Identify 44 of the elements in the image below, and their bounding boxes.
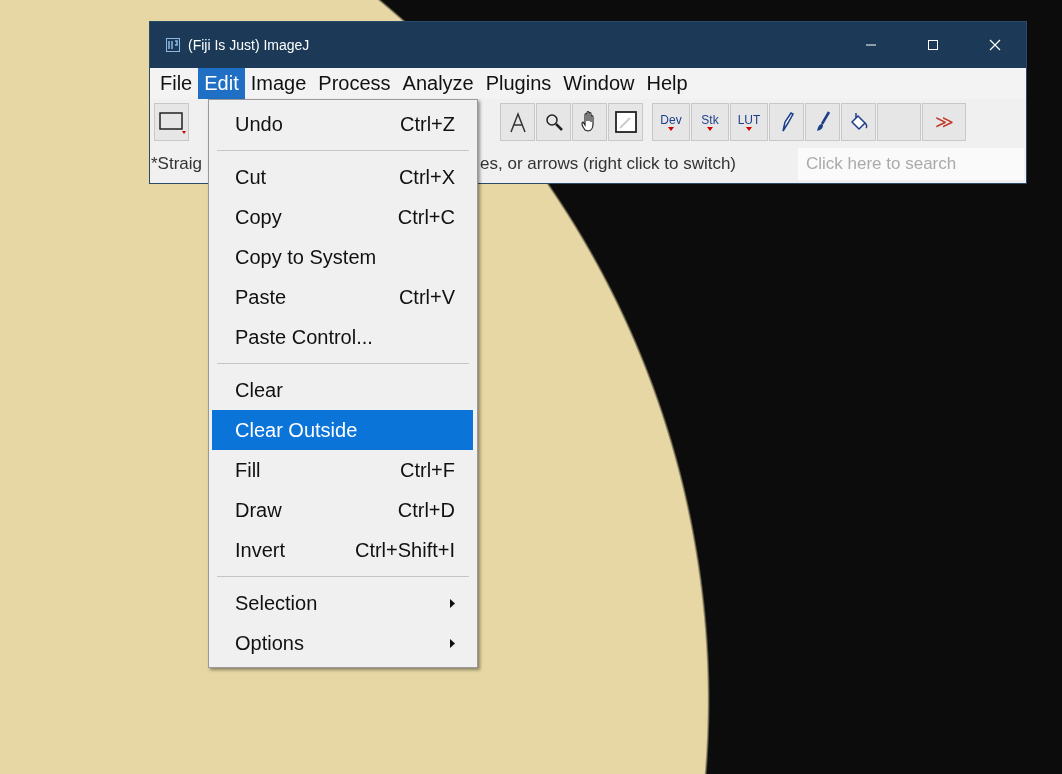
color-picker-button[interactable] — [608, 102, 643, 141]
status-text: es, or arrows (right click to switch) — [480, 153, 737, 174]
menu-item[interactable]: Fill Ctrl+F — [212, 450, 473, 490]
menu-bar-item[interactable]: Help — [640, 68, 694, 99]
pencil-tool-button[interactable] — [769, 102, 804, 141]
menu-item[interactable]: Clear — [212, 370, 473, 410]
menu-item[interactable]: Options — [212, 623, 473, 663]
menu-item[interactable]: Copy to System — [212, 237, 473, 277]
more-tools-button[interactable]: ≫ — [922, 102, 966, 141]
dropdown-triangle-icon — [746, 126, 752, 131]
status-text: *Straig — [151, 153, 203, 174]
menu-item[interactable]: Undo Ctrl+Z — [212, 104, 473, 144]
menu-bar-item[interactable]: Process — [312, 68, 397, 99]
menu-item[interactable]: Cut Ctrl+X — [212, 157, 473, 197]
menu-bar-item[interactable]: Image — [244, 68, 313, 99]
menu-item[interactable]: Selection — [212, 583, 473, 623]
search-field[interactable]: Click here to search — [798, 147, 1024, 180]
lut-menu-button[interactable]: LUT — [730, 102, 768, 141]
zoom-tool-button[interactable] — [536, 102, 571, 141]
menu-item[interactable]: Draw Ctrl+D — [212, 490, 473, 530]
menu-item[interactable]: Copy Ctrl+C — [212, 197, 473, 237]
window-title: (Fiji Is Just) ImageJ — [188, 37, 310, 53]
close-icon — [989, 39, 1001, 51]
menu-item[interactable]: Invert Ctrl+Shift+I — [212, 530, 473, 570]
menu-bar-item[interactable]: Plugins — [479, 68, 558, 99]
brush-tool-button[interactable] — [805, 102, 840, 141]
hand-tool-button[interactable] — [572, 102, 607, 141]
menu-item[interactable]: Clear Outside — [212, 410, 473, 450]
menu-item[interactable]: Paste Control... — [212, 317, 473, 357]
stk-menu-button[interactable]: Stk — [691, 102, 729, 141]
dev-menu-button[interactable]: Dev — [652, 102, 690, 141]
dropdown-triangle-icon — [707, 126, 713, 131]
rectangle-tool-button[interactable] — [154, 102, 189, 141]
text-tool-button[interactable] — [500, 102, 535, 141]
color-square-icon — [613, 109, 638, 134]
app-logo-icon — [166, 38, 180, 52]
dropdown-triangle-icon — [668, 126, 674, 131]
menu-bar-item[interactable]: Edit — [198, 68, 245, 99]
menu-bar-item[interactable]: File — [154, 68, 199, 99]
menu-bar-item[interactable]: Window — [557, 68, 641, 99]
fill-tool-button[interactable] — [841, 102, 876, 141]
maximize-icon — [927, 39, 939, 51]
menu-item[interactable]: Paste Ctrl+V — [212, 277, 473, 317]
menu-bar-item[interactable]: Analyze — [396, 68, 480, 99]
